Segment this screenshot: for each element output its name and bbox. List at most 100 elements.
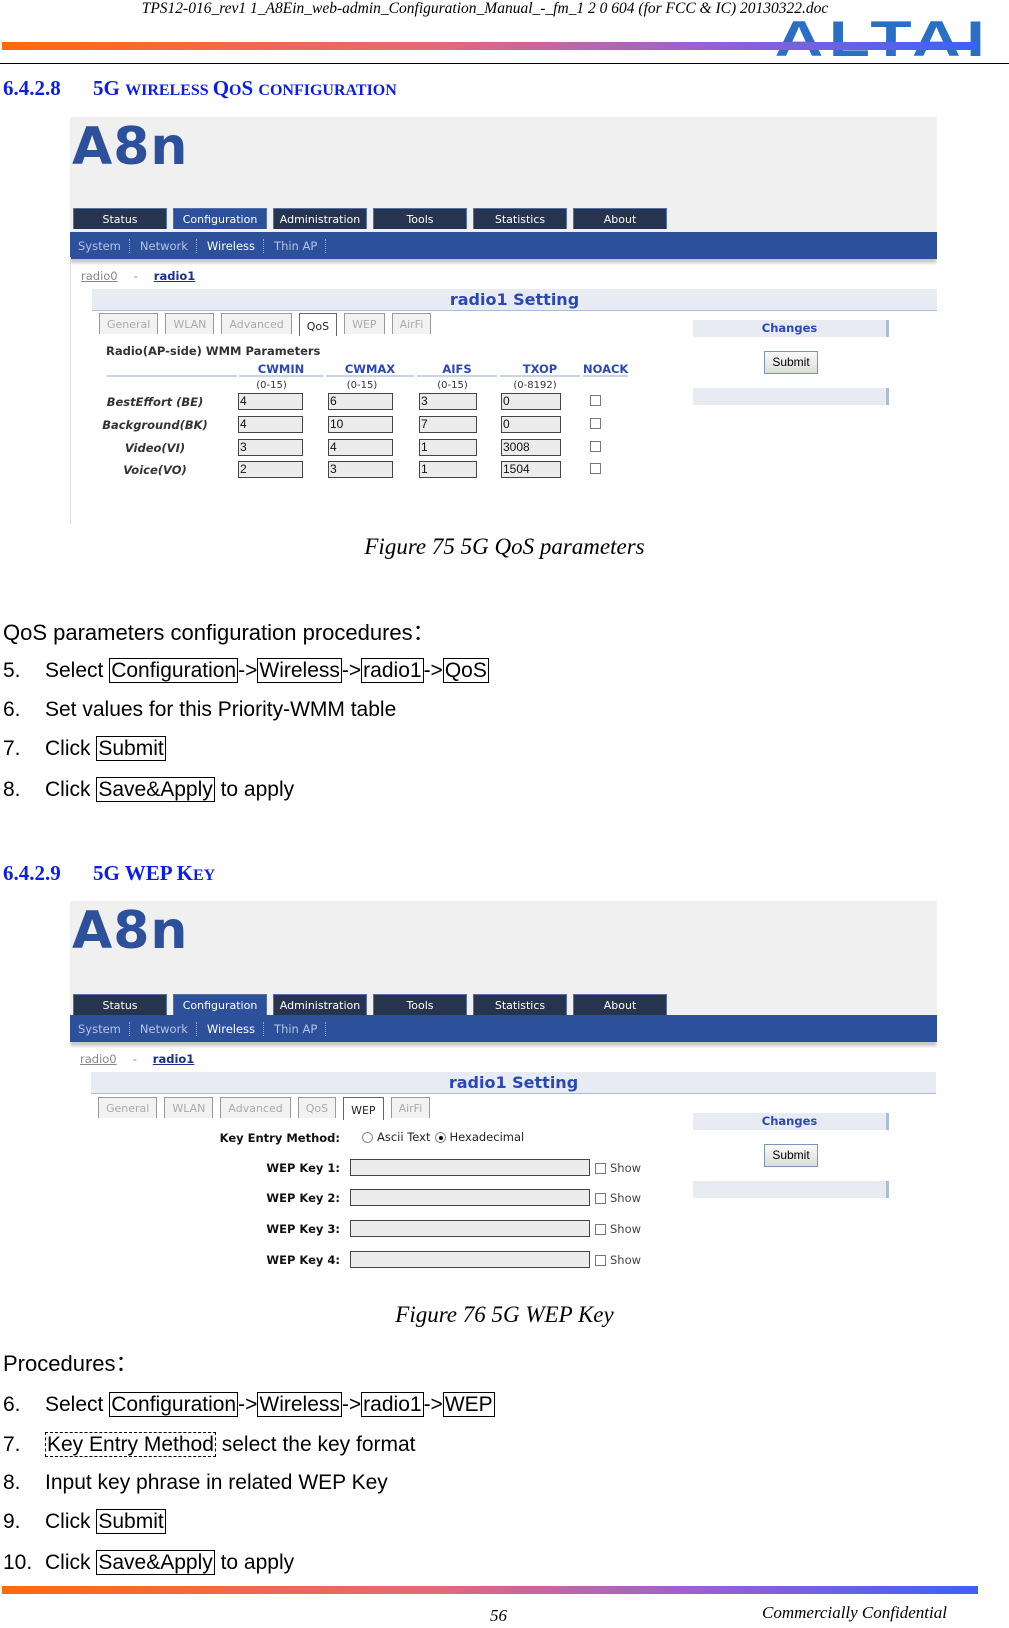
hexadecimal-radio[interactable]: [434, 1131, 446, 1143]
tab-statistics[interactable]: Statistics: [473, 208, 567, 229]
step-text: to apply: [214, 778, 295, 801]
altai-logo: ALTAI: [774, 20, 991, 58]
tab-configuration[interactable]: Configuration: [173, 208, 267, 229]
step-number: 8.: [3, 1471, 21, 1494]
be-cwmax-input[interactable]: 6: [328, 393, 393, 410]
vo-txop-input[interactable]: 1504: [501, 461, 561, 478]
bk-cwmin-input[interactable]: 4: [238, 416, 303, 433]
wmm-header-blank: [107, 362, 237, 377]
subtab-general[interactable]: General: [99, 313, 159, 334]
wep-key-2-input[interactable]: [350, 1189, 590, 1206]
be-noack-checkbox[interactable]: [590, 395, 601, 406]
radio1-link[interactable]: radio1: [154, 269, 196, 283]
subtab-airfi[interactable]: AirFi: [390, 1097, 431, 1118]
subnav-network[interactable]: Network: [140, 1021, 197, 1036]
vi-txop-input[interactable]: 3008: [501, 439, 561, 456]
wep-key-4-input[interactable]: [350, 1251, 590, 1268]
tab-status[interactable]: Status: [73, 208, 167, 229]
tab-about[interactable]: About: [573, 994, 667, 1015]
show-checkbox[interactable]: [595, 1254, 606, 1266]
tab-configuration[interactable]: Configuration: [173, 994, 267, 1015]
subtab-advanced[interactable]: Advanced: [220, 1097, 291, 1118]
tab-status[interactable]: Status: [73, 994, 167, 1015]
subtab-wlan[interactable]: WLAN: [164, 1097, 214, 1118]
col-header-noack: NOACK: [583, 362, 629, 377]
arrow-sep: ->: [423, 659, 443, 682]
tab-administration[interactable]: Administration: [273, 208, 367, 229]
footer-gradient-bar: [2, 1586, 978, 1594]
vi-noack-checkbox[interactable]: [590, 441, 601, 452]
be-txop-input[interactable]: 0: [501, 393, 561, 410]
col-header-aifs: AIFS: [417, 362, 497, 377]
show-checkbox[interactable]: [595, 1223, 606, 1235]
subnav-network[interactable]: Network: [140, 238, 197, 253]
subtab-wep[interactable]: WEP: [344, 313, 385, 334]
ascii-radio[interactable]: [362, 1131, 373, 1143]
sub-nav: System Network Wireless Thin AP: [70, 1015, 937, 1042]
menu-ref-radio1: radio1: [361, 1392, 424, 1417]
bk-noack-checkbox[interactable]: [590, 418, 601, 429]
wep-key-1-show: Show: [595, 1161, 641, 1175]
radio1-link[interactable]: radio1: [153, 1052, 195, 1066]
tab-tools[interactable]: Tools: [373, 208, 467, 229]
subtab-advanced[interactable]: Advanced: [221, 313, 292, 334]
subnav-thin-ap[interactable]: Thin AP: [274, 1021, 327, 1036]
figure-caption-76: Figure 76 5G WEP Key: [395, 1302, 614, 1327]
show-checkbox[interactable]: [595, 1162, 606, 1174]
wep-step-6: 6. Select Configuration->Wireless->radio1…: [3, 1392, 495, 1417]
wep-step-8: 8. Input key phrase in related WEP Key: [3, 1471, 388, 1495]
bk-cwmax-input[interactable]: 10: [328, 416, 393, 433]
vi-cwmin-input[interactable]: 3: [238, 439, 303, 456]
section-heading-qos: 6.4.2.8 5G WIRELESS QOS CONFIGURATION: [3, 76, 397, 101]
step-number: 8.: [3, 778, 21, 801]
step-number: 7.: [3, 1433, 21, 1456]
be-cwmin-input[interactable]: 4: [238, 393, 303, 410]
wep-key-1-input[interactable]: [350, 1159, 590, 1176]
range-txop: (0-8192): [513, 380, 557, 391]
qos-procedures-intro: QoS parameters configuration procedures：: [3, 620, 435, 645]
subtab-general[interactable]: General: [98, 1097, 158, 1118]
vo-aifs-input[interactable]: 1: [419, 461, 477, 478]
step-text: Set values for this Priority-WMM table: [45, 698, 397, 721]
tab-about[interactable]: About: [573, 208, 667, 229]
step-text: to apply: [214, 1551, 295, 1574]
subnav-thin-ap[interactable]: Thin AP: [274, 238, 327, 253]
subnav-system[interactable]: System: [78, 1021, 130, 1036]
step-text: Click: [45, 1510, 97, 1533]
vo-cwmin-input[interactable]: 2: [238, 461, 303, 478]
submit-button[interactable]: Submit: [764, 351, 818, 374]
subnav-wireless[interactable]: Wireless: [207, 238, 265, 253]
vi-cwmax-input[interactable]: 4: [328, 439, 393, 456]
subnav-wireless[interactable]: Wireless: [207, 1021, 265, 1036]
step-number: 6.: [3, 698, 21, 721]
vo-cwmax-input[interactable]: 3: [328, 461, 393, 478]
step-number: 5.: [3, 659, 21, 682]
radio0-link[interactable]: radio0: [81, 269, 118, 283]
tab-administration[interactable]: Administration: [273, 994, 367, 1015]
header-divider: [0, 63, 1009, 64]
submit-button[interactable]: Submit: [764, 1144, 818, 1167]
wep-key-3-input[interactable]: [350, 1220, 590, 1237]
top-nav: Status Configuration Administration Tool…: [73, 208, 667, 229]
wep-step-10: 10. Click Save&Apply to apply: [3, 1550, 295, 1575]
subnav-system[interactable]: System: [78, 238, 130, 253]
show-checkbox[interactable]: [595, 1192, 606, 1204]
setting-title: radio1 Setting: [92, 289, 937, 311]
col-header-cwmin: CWMIN: [239, 362, 323, 377]
radio0-link[interactable]: radio0: [80, 1052, 117, 1066]
bk-txop-input[interactable]: 0: [501, 416, 561, 433]
subtab-airfi[interactable]: AirFi: [391, 313, 432, 334]
tab-tools[interactable]: Tools: [373, 994, 467, 1015]
section-number: 6.4.2.9: [3, 861, 61, 885]
subtab-wlan[interactable]: WLAN: [165, 313, 215, 334]
subtab-qos[interactable]: QoS: [298, 313, 338, 336]
bk-aifs-input[interactable]: 7: [419, 416, 477, 433]
subtab-qos[interactable]: QoS: [297, 1097, 337, 1118]
vi-aifs-input[interactable]: 1: [419, 439, 477, 456]
key-entry-method-label: Key Entry Method:: [219, 1131, 340, 1145]
subtab-wep[interactable]: WEP: [343, 1097, 384, 1120]
tab-statistics[interactable]: Statistics: [473, 994, 567, 1015]
be-aifs-input[interactable]: 3: [419, 393, 477, 410]
qos-step-7: 7. Click Submit: [3, 736, 166, 761]
vo-noack-checkbox[interactable]: [590, 463, 601, 474]
